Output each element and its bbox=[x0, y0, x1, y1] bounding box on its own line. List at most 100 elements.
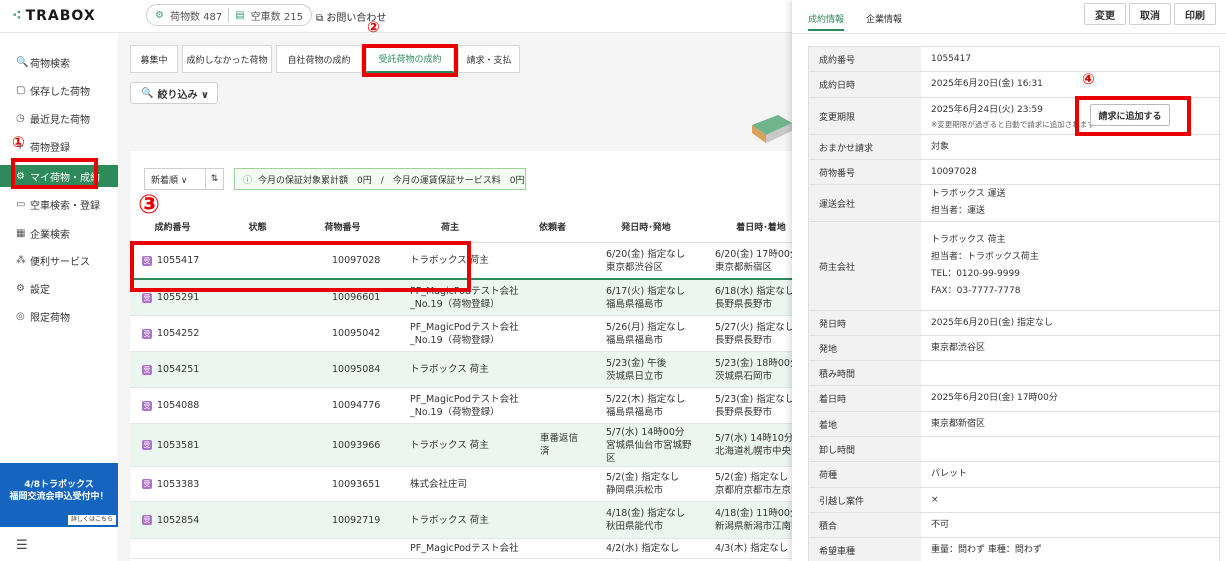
requester-cell bbox=[540, 539, 580, 558]
table-row[interactable]: 受 1052854 10092719 トラボックス 荷主 4/18(金) 指定なし 秋田県… bbox=[130, 502, 820, 539]
tab-2[interactable]: 自社荷物の成約 bbox=[276, 45, 362, 73]
cargo-number-cell: 10095084 bbox=[332, 364, 381, 375]
tab-company-info[interactable]: 企業情報 bbox=[866, 12, 902, 29]
requester-cell bbox=[540, 388, 580, 423]
detail-note: ※変更期限が過ぎると自動で請求に追加されます bbox=[931, 120, 1095, 129]
arrive-line: 北海道札幌市中央区 bbox=[715, 446, 801, 457]
detail-value: 対象 bbox=[931, 135, 1216, 159]
cargo-icon: ⚙ bbox=[155, 9, 164, 21]
status-cell bbox=[250, 424, 300, 466]
tab-4[interactable]: 請求・支払 bbox=[458, 45, 520, 73]
table-row[interactable]: 受 1054088 10094776 PF_MagicPodテスト会社_No.19（荷… bbox=[130, 388, 820, 424]
print-button[interactable]: 印刷 bbox=[1174, 3, 1216, 25]
detail-label: 引越し案件 bbox=[809, 488, 921, 512]
truck-icon: ▭ bbox=[16, 198, 26, 210]
contract-badge-icon: 受 bbox=[142, 255, 152, 266]
contract-number-cell[interactable]: 受 1052854 bbox=[142, 502, 215, 538]
depart-line: 5/7(水) 14時00分 bbox=[606, 426, 685, 438]
contract-number-cell[interactable]: 受 1054088 bbox=[142, 388, 215, 423]
depart-line: 宮城県仙台市宮城野区 bbox=[606, 439, 692, 464]
table-row[interactable]: PF_MagicPodテスト会社 4/2(水) 指定なし 4/3(木) 指定なし bbox=[130, 539, 820, 559]
shipper-cell: PF_MagicPodテスト会社 bbox=[410, 539, 530, 558]
table-row[interactable]: 受 1054251 10095084 トラボックス 荷主 5/23(金) 午後 茨城県日立… bbox=[130, 352, 820, 388]
detail-row: 荷物番号 10097028 bbox=[809, 160, 1221, 185]
detail-label: 荷主会社 bbox=[809, 222, 921, 310]
table-row[interactable]: 受 1053383 10093651 株式会社庄司 5/2(金) 指定なし 静岡県浜松市 5… bbox=[130, 467, 820, 502]
event-banner[interactable]: 4/8トラボックス 福岡交流会申込受付中！ 詳しくはこちら bbox=[0, 463, 118, 527]
shipper-name: トラボックス 荷主 bbox=[410, 364, 489, 375]
contract-number-cell[interactable]: 受 1054251 bbox=[142, 352, 215, 387]
depart-line: 6/17(火) 指定なし bbox=[606, 285, 686, 297]
contract-number-cell[interactable]: 受 1055291 bbox=[142, 280, 215, 315]
tab-contract-info[interactable]: 成約情報 bbox=[808, 12, 845, 31]
contract-number-cell[interactable]: 受 1053581 bbox=[142, 424, 215, 466]
settings-icon: ⚙ bbox=[16, 282, 25, 294]
detail-line: 東京都新宿区 bbox=[931, 418, 986, 429]
tab-1[interactable]: 成約しなかった荷物 bbox=[182, 45, 272, 73]
contract-number-cell[interactable]: 受 1054252 bbox=[142, 316, 215, 351]
table-row[interactable]: 受 1055417 10097028 トラボックス 荷主 6/20(金) 指定なし 東京都… bbox=[130, 243, 820, 280]
sort-order-icon[interactable]: ⇅ bbox=[206, 168, 224, 190]
collapse-menu-icon[interactable]: ☰ bbox=[16, 538, 28, 553]
contract-number-cell[interactable] bbox=[142, 539, 215, 558]
change-button[interactable]: 変更 bbox=[1084, 3, 1126, 25]
arrive-line: 長野県長野市 bbox=[715, 406, 773, 418]
cancel-contract-button[interactable]: 取消 bbox=[1129, 3, 1171, 25]
trabox-logo[interactable]: ⁖ TRABOX bbox=[12, 8, 96, 24]
banner-more-link[interactable]: 詳しくはこちら bbox=[67, 515, 116, 525]
tab-0[interactable]: 募集中 bbox=[130, 45, 178, 73]
contract-number: 1054252 bbox=[157, 328, 200, 339]
filter-button[interactable]: 🔍 絞り込み ∨ bbox=[130, 82, 218, 104]
detail-label: おまかせ請求 bbox=[809, 135, 921, 159]
depart-cell: 5/26(月) 指定なし 福島県福島市 bbox=[606, 316, 696, 351]
detail-label: 運送会社 bbox=[809, 185, 921, 221]
detail-value: 2025年6月20日(金) 指定なし bbox=[931, 311, 1216, 335]
table-row[interactable]: 受 1055291 10096601 PF_MagicPodテスト会社_No.19（荷… bbox=[130, 280, 820, 316]
sidebar-item-4[interactable]: ⚙ マイ荷物・成約 bbox=[0, 165, 118, 187]
shipper-cell: トラボックス 荷主 bbox=[410, 424, 530, 466]
detail-row: 運送会社 トラボックス 運送 担当者：運送 bbox=[809, 185, 1221, 222]
contract-badge-icon: 受 bbox=[142, 440, 152, 450]
table-row[interactable]: 受 1054252 10095042 PF_MagicPodテスト会社_No.19（荷… bbox=[130, 316, 820, 352]
detail-row: 着地 東京都新宿区 bbox=[809, 412, 1221, 437]
building-icon: ▦ bbox=[16, 227, 26, 239]
contract-number-cell[interactable]: 受 1053383 bbox=[142, 467, 215, 501]
sidebar-item-8[interactable]: ⚙ 設定 bbox=[0, 277, 118, 299]
sidebar-item-6[interactable]: ▦ 企業検索 bbox=[0, 222, 118, 244]
sidebar-item-9[interactable]: ◎ 限定荷物 bbox=[0, 305, 118, 327]
annotation-2: ② bbox=[367, 18, 380, 36]
table-row[interactable]: 受 1053581 10093966 トラボックス 荷主 車番返信済 5/7(水) 14時… bbox=[130, 424, 820, 467]
shipper-name: トラボックス 荷主 bbox=[410, 255, 489, 266]
requester-cell: 車番返信済 bbox=[540, 424, 580, 466]
search-icon: 🔍 bbox=[16, 56, 29, 68]
detail-label: 荷物番号 bbox=[809, 160, 921, 184]
arrive-line: 4/18(金) 11時00分 bbox=[715, 508, 800, 519]
sidebar-item-7[interactable]: ⁂ 便利サービス bbox=[0, 249, 118, 271]
sidebar-item-2[interactable]: ◷ 最近見た荷物 bbox=[0, 107, 118, 129]
sidebar-item-0[interactable]: 🔍 荷物検索 bbox=[0, 51, 118, 73]
cargo-number-cell: 10097028 bbox=[332, 255, 381, 266]
sidebar-item-5[interactable]: ▭ 空車検索・登録 bbox=[0, 193, 118, 215]
top-bar: ⁖ TRABOX ⚙ 荷物数 487 ▤ 空車数 215 ⧉ お問い合わせ bbox=[0, 0, 800, 33]
guarantee-notice: ⓘ 今月の保証対象累計額 0円 / 今月の運賃保証サービス料 0円 bbox=[234, 168, 526, 190]
sidebar-item-label: 限定荷物 bbox=[30, 312, 70, 324]
column-header-1: 状態 bbox=[248, 222, 267, 233]
detail-row: 発日時 2025年6月20日(金) 指定なし bbox=[809, 311, 1221, 336]
detail-row: おまかせ請求 対象 bbox=[809, 135, 1221, 160]
contract-number-cell[interactable]: 受 1055417 bbox=[142, 243, 215, 278]
tab-3[interactable]: 受託荷物の成約 bbox=[366, 45, 454, 73]
depart-line: 茨城県日立市 bbox=[606, 370, 664, 382]
app-root: ⁖ TRABOX ⚙ 荷物数 487 ▤ 空車数 215 ⧉ お問い合わせ 🔍 荷物… bbox=[0, 0, 1226, 561]
detail-label: 卸し時間 bbox=[809, 437, 921, 461]
requester-cell bbox=[540, 316, 580, 351]
detail-label: 変更期限 bbox=[809, 98, 921, 134]
detail-value bbox=[931, 361, 1216, 385]
counts-pill[interactable]: ⚙ 荷物数 487 ▤ 空車数 215 bbox=[146, 4, 312, 26]
sidebar-item-1[interactable]: ▢ 保存した荷物 bbox=[0, 79, 118, 101]
detail-row: 引越し案件 × bbox=[809, 488, 1221, 513]
contract-number: 1055291 bbox=[157, 292, 200, 303]
contract-badge-icon: 受 bbox=[142, 479, 152, 489]
sort-select[interactable]: 新着順 ∨ bbox=[144, 168, 206, 190]
contract-badge-icon: 受 bbox=[142, 328, 152, 339]
add-to-billing-button[interactable]: 請求に追加する bbox=[1090, 104, 1170, 126]
